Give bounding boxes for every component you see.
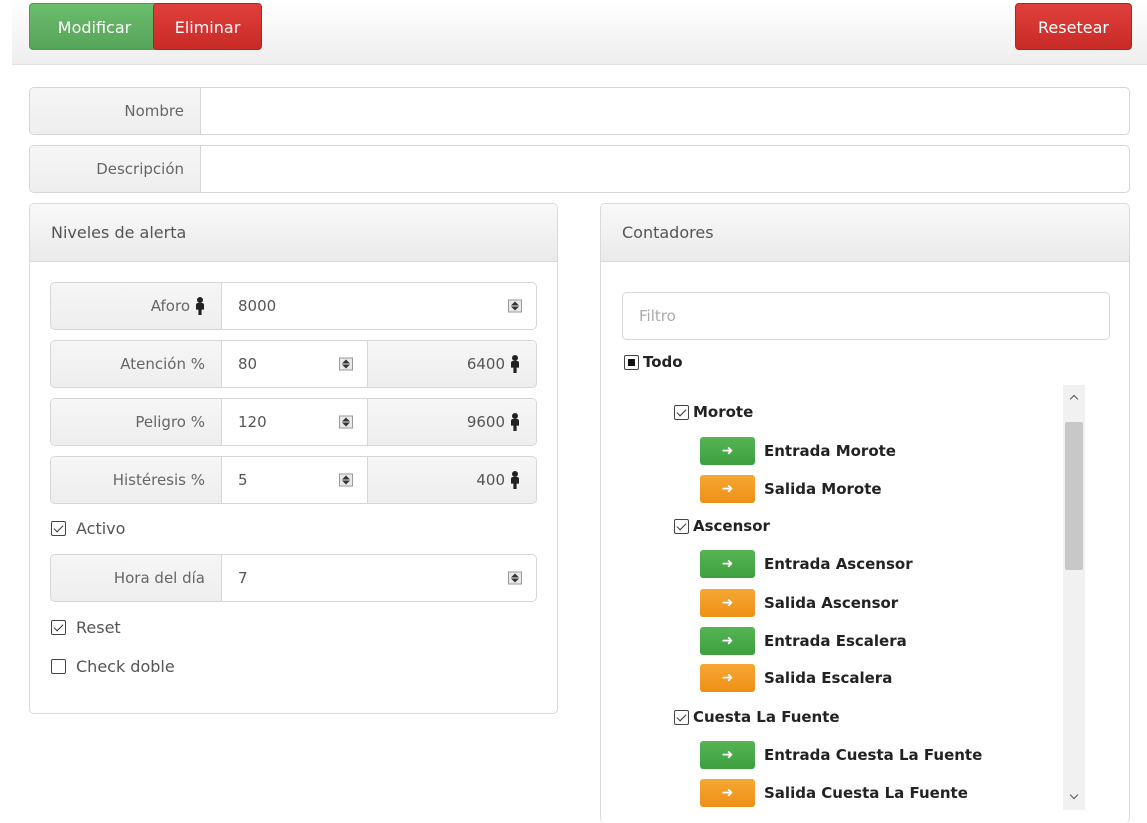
group-checkbox[interactable] xyxy=(674,404,689,420)
hysteresis-spinner-icon[interactable] xyxy=(339,473,353,487)
leaf-label: Entrada Escalera xyxy=(764,632,907,650)
active-checkbox[interactable] xyxy=(51,521,66,536)
attention-label: Atención % xyxy=(51,341,222,387)
capacity-input[interactable]: 8000 xyxy=(222,283,536,329)
attention-input[interactable]: 80 xyxy=(222,341,367,387)
hour-label: Hora del día xyxy=(51,555,222,601)
counters-title: Contadores xyxy=(601,204,1129,262)
tree-group-ascensor[interactable]: Ascensor xyxy=(674,517,770,535)
person-icon xyxy=(510,471,520,489)
scroll-up-icon[interactable] xyxy=(1069,393,1079,403)
danger-spinner-icon[interactable] xyxy=(339,415,353,429)
capacity-label-cell: Aforo xyxy=(51,283,222,329)
reset-checkbox[interactable] xyxy=(51,620,66,635)
active-label: Activo xyxy=(76,519,126,538)
active-checkbox-row[interactable]: Activo xyxy=(51,519,125,538)
reset-checkbox-row[interactable]: Reset xyxy=(51,618,121,637)
description-input[interactable] xyxy=(201,146,1129,192)
all-checkbox[interactable] xyxy=(624,354,639,370)
entrance-icon: ➜ xyxy=(700,437,755,465)
hour-value: 7 xyxy=(238,569,248,587)
entrance-icon: ➜ xyxy=(700,741,755,769)
hysteresis-count-cell: 400 xyxy=(367,457,536,503)
hysteresis-count: 400 xyxy=(476,471,505,489)
tree-all-node[interactable]: Todo xyxy=(624,353,683,371)
leaf-label: Salida Escalera xyxy=(764,669,893,687)
all-label: Todo xyxy=(643,353,683,371)
tree-leaf[interactable]: ➜ Salida Escalera xyxy=(700,664,892,692)
tree-leaf[interactable]: ➜ Entrada Escalera xyxy=(700,627,907,655)
danger-count: 9600 xyxy=(466,413,505,431)
group-checkbox[interactable] xyxy=(674,518,689,534)
danger-field-group: Peligro % 120 9600 xyxy=(50,398,537,446)
tree-leaf[interactable]: ➜ Entrada Morote xyxy=(700,437,896,465)
attention-count: 6400 xyxy=(466,355,505,373)
leaf-label: Salida Morote xyxy=(764,480,882,498)
hour-input[interactable]: 7 xyxy=(222,555,536,601)
attention-count-cell: 6400 xyxy=(367,341,536,387)
group-label: Cuesta La Fuente xyxy=(693,708,840,726)
scrollbar-thumb[interactable] xyxy=(1065,422,1083,570)
leaf-label: Salida Cuesta La Fuente xyxy=(764,784,968,802)
hour-spinner-icon[interactable] xyxy=(508,571,522,585)
danger-label: Peligro % xyxy=(51,399,222,445)
attention-value: 80 xyxy=(238,355,258,373)
tree-leaf[interactable]: ➜ Salida Cuesta La Fuente xyxy=(700,779,968,807)
capacity-field-group: Aforo 8000 xyxy=(50,282,537,330)
leaf-label: Entrada Ascensor xyxy=(764,555,913,573)
tree-leaf[interactable]: ➜ Entrada Ascensor xyxy=(700,550,913,578)
tree-leaf[interactable]: ➜ Salida Morote xyxy=(700,475,882,503)
person-icon xyxy=(195,297,205,315)
reset-label: Reset xyxy=(76,618,121,637)
scroll-down-icon[interactable] xyxy=(1069,792,1079,802)
tree-group-cuesta-la-fuente[interactable]: Cuesta La Fuente xyxy=(674,708,840,726)
filter-input[interactable]: Filtro xyxy=(623,293,1109,339)
alert-levels-title: Niveles de alerta xyxy=(30,204,557,262)
person-icon xyxy=(510,355,520,373)
hysteresis-value: 5 xyxy=(238,471,248,489)
double-check-row[interactable]: Check doble xyxy=(51,657,175,676)
double-check-label: Check doble xyxy=(76,657,175,676)
capacity-label: Aforo xyxy=(150,297,190,315)
exit-icon: ➜ xyxy=(700,664,755,692)
description-label: Descripción xyxy=(30,146,201,192)
description-field-group: Descripción xyxy=(29,145,1130,193)
exit-icon: ➜ xyxy=(700,475,755,503)
person-icon xyxy=(510,413,520,431)
leaf-label: Entrada Morote xyxy=(764,442,896,460)
hysteresis-input[interactable]: 5 xyxy=(222,457,367,503)
attention-spinner-icon[interactable] xyxy=(339,357,353,371)
leaf-label: Salida Ascensor xyxy=(764,594,899,612)
danger-value: 120 xyxy=(238,413,267,431)
danger-input[interactable]: 120 xyxy=(222,399,367,445)
modify-button[interactable]: Modificar xyxy=(29,3,160,50)
entrance-icon: ➜ xyxy=(700,550,755,578)
double-check-checkbox[interactable] xyxy=(51,659,66,674)
name-label: Nombre xyxy=(30,88,201,134)
filter-field[interactable]: Filtro xyxy=(622,292,1110,340)
tree-scrollbar[interactable] xyxy=(1063,385,1085,810)
exit-icon: ➜ xyxy=(700,779,755,807)
capacity-value: 8000 xyxy=(238,297,277,315)
attention-field-group: Atención % 80 6400 xyxy=(50,340,537,388)
hysteresis-field-group: Histéresis % 5 400 xyxy=(50,456,537,504)
name-input[interactable] xyxy=(201,88,1129,134)
tree-leaf[interactable]: ➜ Salida Ascensor xyxy=(700,589,898,617)
capacity-spinner-icon[interactable] xyxy=(508,299,522,313)
group-label: Morote xyxy=(693,403,754,421)
name-field-group: Nombre xyxy=(29,87,1130,135)
tree-group-morote[interactable]: Morote xyxy=(674,403,753,421)
delete-button[interactable]: Eliminar xyxy=(153,3,262,50)
entrance-icon: ➜ xyxy=(700,627,755,655)
reset-button[interactable]: Resetear xyxy=(1015,3,1132,50)
hour-field-group: Hora del día 7 xyxy=(50,554,537,602)
group-label: Ascensor xyxy=(693,517,770,535)
danger-count-cell: 9600 xyxy=(367,399,536,445)
toolbar: Modificar Eliminar Resetear xyxy=(12,0,1147,65)
tree-leaf[interactable]: ➜ Entrada Cuesta La Fuente xyxy=(700,741,982,769)
group-checkbox[interactable] xyxy=(674,709,689,725)
hysteresis-label: Histéresis % xyxy=(51,457,222,503)
leaf-label: Entrada Cuesta La Fuente xyxy=(764,746,983,764)
exit-icon: ➜ xyxy=(700,589,755,617)
